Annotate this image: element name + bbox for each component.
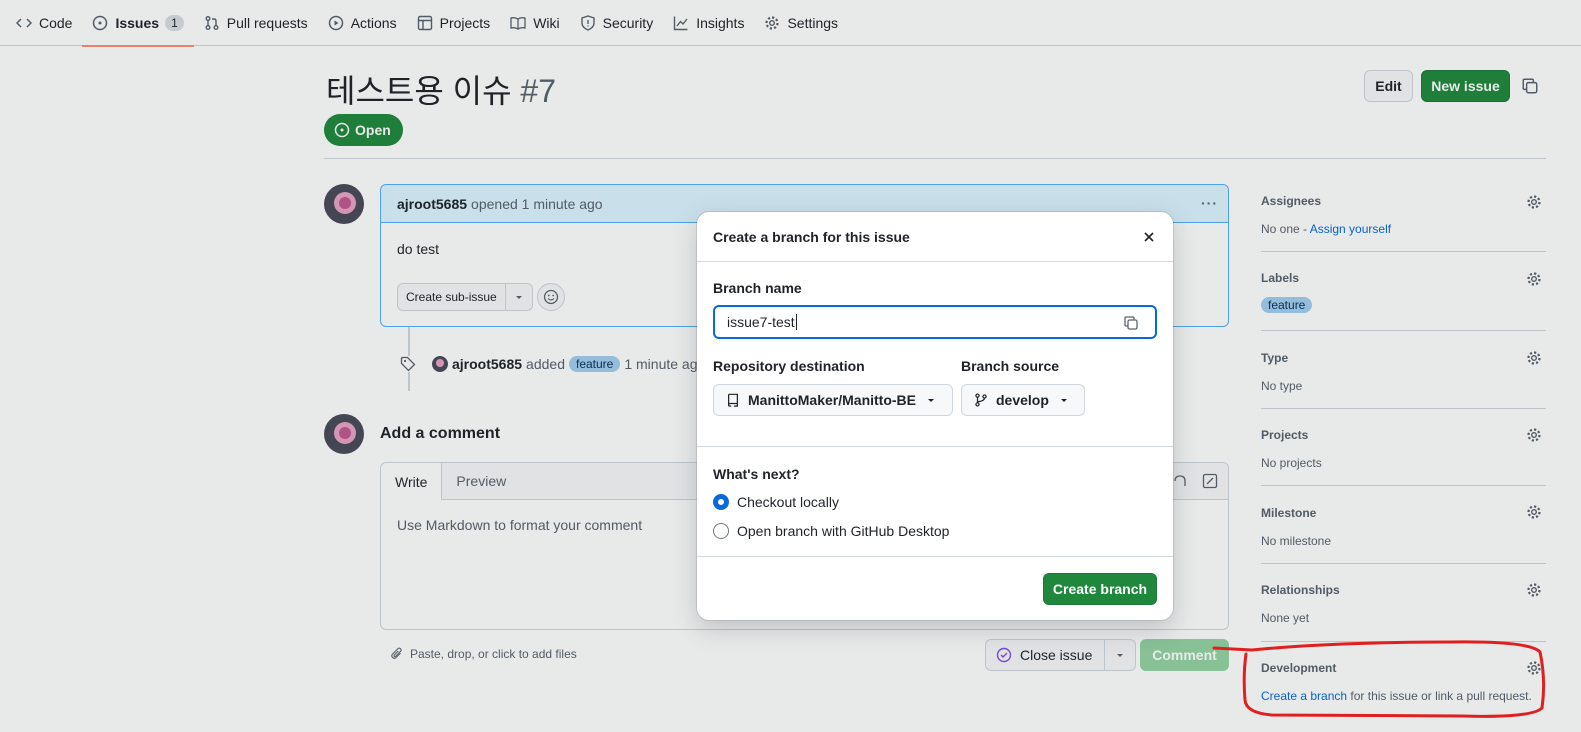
text-cursor <box>795 314 797 330</box>
dialog-header: Create a branch for this issue <box>697 212 1173 262</box>
branch-name-input[interactable]: issue7-test <box>713 305 1157 339</box>
repo-destination-select[interactable]: ManittoMaker/Manitto-BE <box>713 384 953 416</box>
option-github-desktop[interactable]: Open branch with GitHub Desktop <box>713 523 949 539</box>
close-icon[interactable] <box>1141 229 1157 245</box>
repo-destination-label: Repository destination <box>713 358 865 374</box>
branch-name-value: issue7-test <box>727 314 795 330</box>
option-label: Checkout locally <box>737 494 839 510</box>
whats-next-label: What's next? <box>713 466 800 482</box>
divider <box>697 446 1173 447</box>
radio-github-desktop[interactable] <box>713 523 729 539</box>
repo-icon <box>728 393 738 407</box>
triangle-down-icon <box>928 399 934 402</box>
branch-source-value: develop <box>996 392 1049 408</box>
radio-checkout-locally[interactable] <box>713 494 729 510</box>
dialog-title: Create a branch for this issue <box>713 228 910 245</box>
triangle-down-icon <box>1060 399 1067 402</box>
branch-source-select[interactable]: develop <box>961 384 1085 416</box>
divider <box>697 556 1173 557</box>
repo-destination-value: ManittoMaker/Manitto-BE <box>748 392 916 408</box>
copy-icon[interactable] <box>1123 315 1139 331</box>
option-label: Open branch with GitHub Desktop <box>737 523 950 539</box>
git-branch-icon <box>975 393 987 407</box>
branch-name-label: Branch name <box>713 280 802 296</box>
create-branch-dialog: Create a branch for this issue Branch na… <box>697 212 1173 620</box>
create-branch-button[interactable]: Create branch <box>1043 573 1157 605</box>
option-checkout-locally[interactable]: Checkout locally <box>713 494 839 510</box>
branch-source-label: Branch source <box>961 358 1060 374</box>
